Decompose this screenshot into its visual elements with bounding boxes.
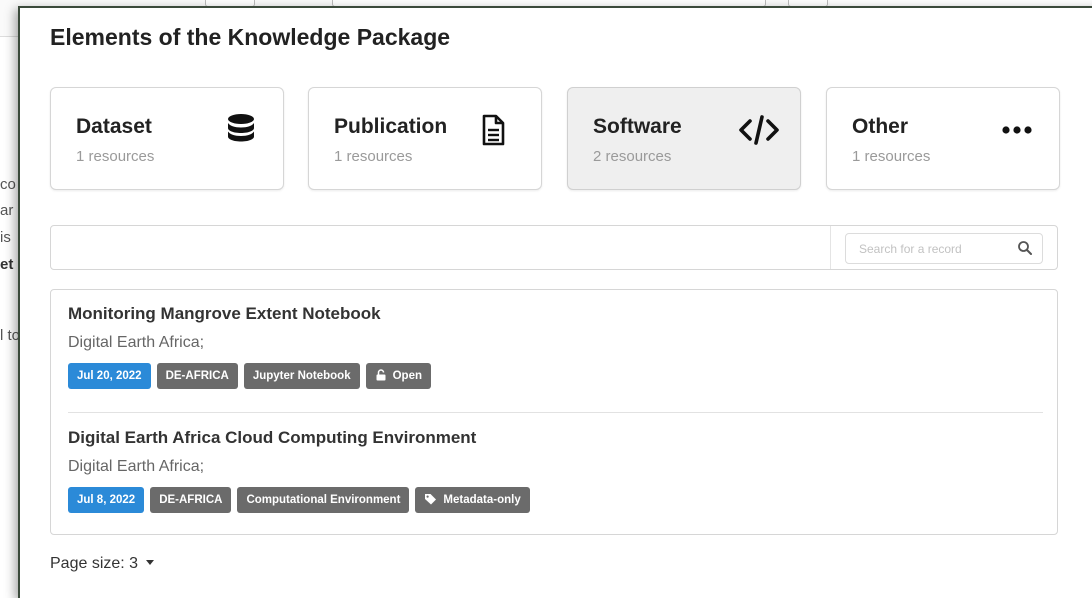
modal-title: Elements of the Knowledge Package	[50, 24, 451, 50]
category-title: Publication	[334, 115, 448, 138]
category-title: Other	[852, 115, 909, 138]
background-text: et	[0, 256, 14, 273]
resource-type-badge: Computational Environment	[237, 487, 410, 513]
search-bar	[50, 225, 1058, 270]
background-text: is	[0, 229, 11, 246]
access-label: Open	[392, 370, 422, 382]
list-item: Digital Earth Africa Cloud Computing Env…	[68, 428, 1043, 513]
community-badge: DE-AFRICA	[156, 363, 238, 389]
background-text: l to	[0, 327, 21, 344]
category-card-software[interactable]: Software 2 resources	[567, 87, 801, 190]
background-text: co	[0, 176, 16, 193]
ellipsis-icon	[1002, 126, 1032, 134]
code-icon	[739, 115, 779, 145]
access-badge: Open	[365, 363, 431, 389]
background-text: ar	[0, 202, 14, 219]
category-count: 1 resources	[76, 148, 155, 165]
record-labels: Jul 20, 2022 DE-AFRICA Jupyter Notebook Ope…	[68, 363, 1043, 389]
knowledge-package-modal: Elements of the Knowledge Package Datase…	[18, 6, 1092, 598]
search-divider	[830, 226, 831, 269]
category-title: Dataset	[76, 115, 152, 138]
access-badge: Metadata-only	[415, 487, 530, 513]
chevron-down-icon	[146, 560, 155, 565]
category-card-other[interactable]: Other 1 resources	[826, 87, 1060, 190]
record-labels: Jul 8, 2022 DE-AFRICA Computational Enviro…	[68, 487, 1043, 513]
search-icon[interactable]	[1017, 240, 1033, 256]
record-author: Digital Earth Africa;	[68, 458, 205, 475]
category-count: 1 resources	[852, 148, 931, 165]
category-count: 2 resources	[593, 148, 672, 165]
category-card-dataset[interactable]: Dataset 1 resources	[50, 87, 284, 190]
category-card-publication[interactable]: Publication 1 resources	[308, 87, 542, 190]
records-list: Monitoring Mangrove Extent Notebook Digi…	[50, 289, 1058, 535]
record-divider	[68, 412, 1043, 413]
list-item: Monitoring Mangrove Extent Notebook Digi…	[68, 304, 1043, 389]
record-title[interactable]: Monitoring Mangrove Extent Notebook	[68, 304, 1043, 324]
database-icon	[228, 114, 254, 142]
tag-icon	[425, 494, 437, 505]
document-icon	[482, 114, 505, 146]
record-author: Digital Earth Africa;	[68, 334, 205, 351]
page-size-dropdown[interactable]: Page size: 3	[50, 555, 155, 573]
community-badge: DE-AFRICA	[150, 487, 232, 513]
page-size-label: Page size: 3	[50, 555, 139, 572]
category-count: 1 resources	[334, 148, 413, 165]
category-title: Software	[593, 115, 682, 138]
access-label: Metadata-only	[443, 494, 521, 506]
search-input[interactable]	[845, 233, 1043, 264]
record-title[interactable]: Digital Earth Africa Cloud Computing Env…	[68, 428, 1043, 448]
date-badge: Jul 8, 2022	[68, 487, 145, 513]
category-cards: Dataset 1 resources Publication 1 resour…	[50, 87, 1060, 192]
resource-type-badge: Jupyter Notebook	[243, 363, 360, 389]
date-badge: Jul 20, 2022	[68, 363, 151, 389]
lock-open-icon	[376, 369, 386, 381]
